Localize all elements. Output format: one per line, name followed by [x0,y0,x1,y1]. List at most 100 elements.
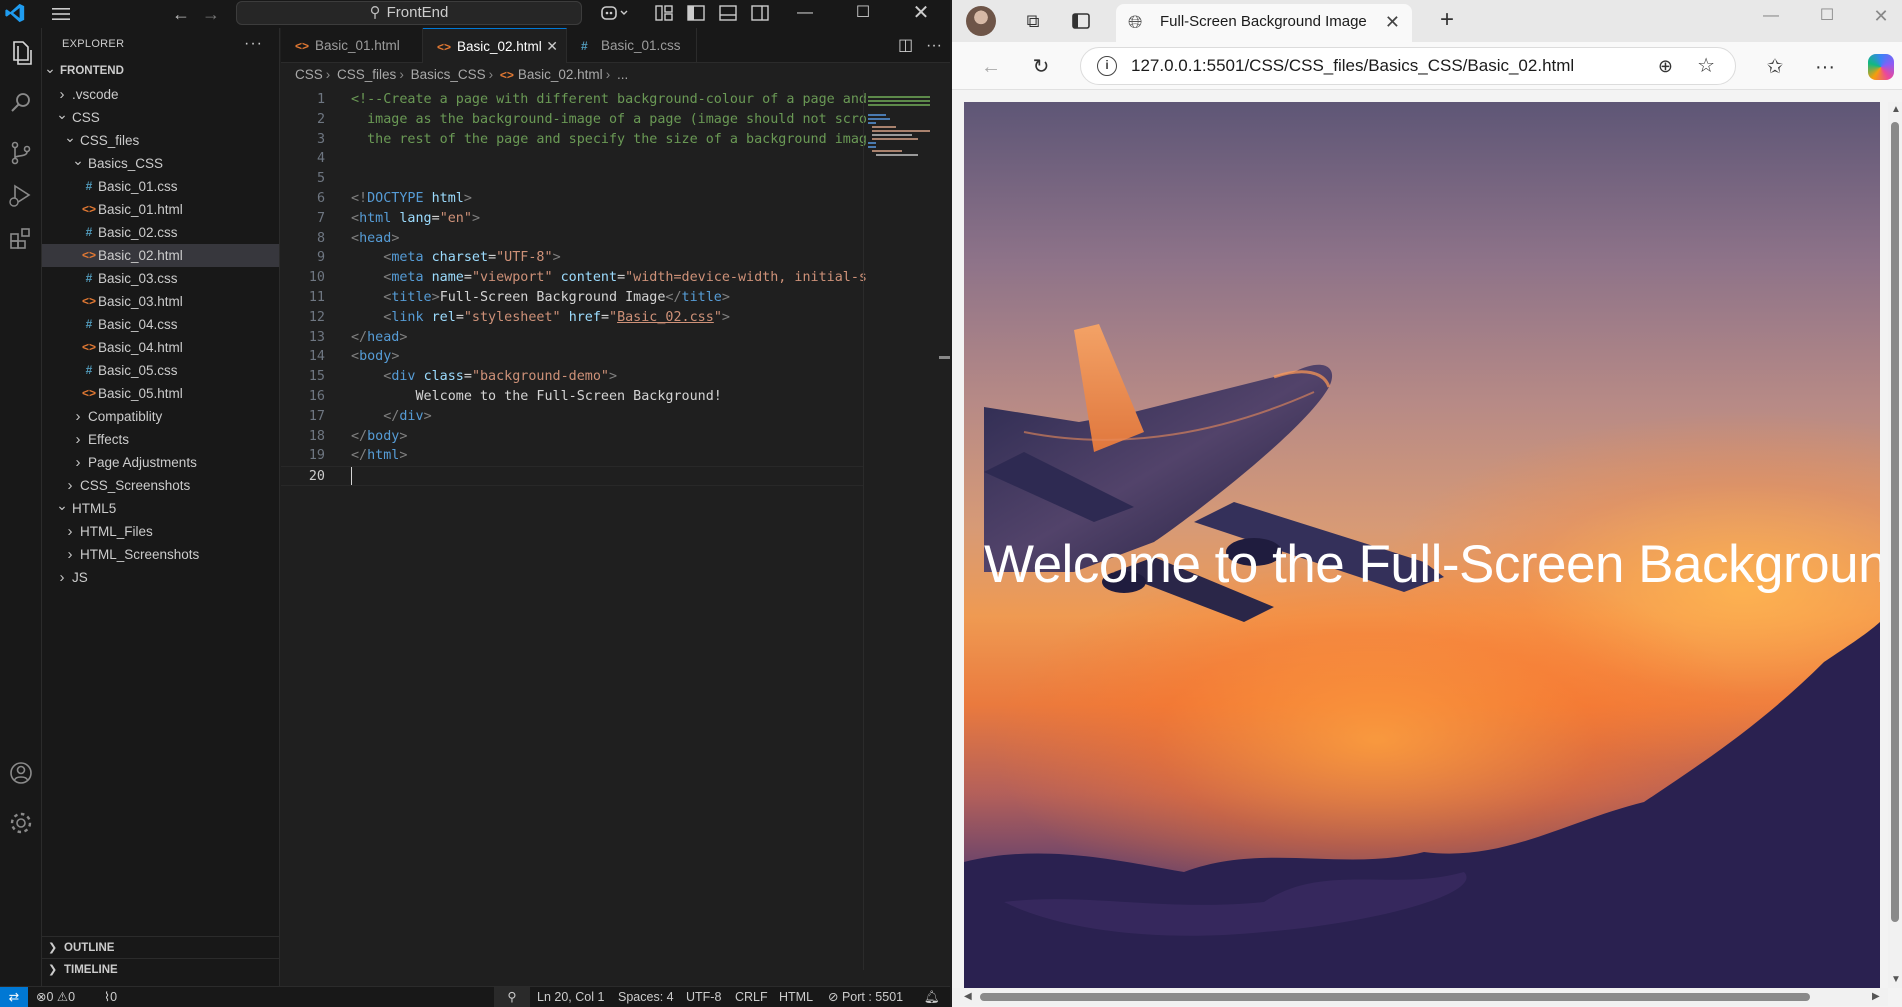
breadcrumb-item[interactable]: CSS [295,67,323,82]
timeline-section[interactable]: ❯ TIMELINE [42,958,280,980]
tree-item[interactable]: <> Basic_05.html [42,382,279,405]
gear-icon[interactable] [4,806,38,840]
breadcrumb-item[interactable]: ... [617,67,628,82]
maximize-icon[interactable]: ☐ [840,0,886,28]
refresh-icon[interactable]: ↻ [1026,52,1056,82]
tree-item[interactable]: <> Basic_01.html [42,198,279,221]
tree-item[interactable]: # Basic_04.css [42,313,279,336]
avatar[interactable] [966,6,996,36]
back-icon[interactable]: ← [976,52,1006,82]
site-info-icon[interactable]: i [1097,56,1117,76]
maximize-icon[interactable]: ☐ [1804,2,1850,30]
copilot-icon[interactable] [1868,54,1894,80]
copilot-icon[interactable] [600,3,630,23]
tab-basic-02-html[interactable]: <> Basic_02.html ✕ [423,28,567,63]
search-icon[interactable] [4,86,38,120]
vertical-scrollbar[interactable]: ▲ ▼ [1888,102,1902,988]
vscode-logo-icon[interactable] [4,2,26,24]
more-options-icon[interactable]: ··· [1810,52,1840,82]
tree-item[interactable]: <> Basic_02.html [42,244,279,267]
toggle-sidebar-icon[interactable] [686,3,706,23]
tree-item[interactable]: # Basic_02.css [42,221,279,244]
source-control-icon[interactable] [4,136,38,170]
scroll-left-icon[interactable]: ◀ [964,991,972,1002]
toggle-secondary-sidebar-icon[interactable] [750,3,770,23]
minimap[interactable] [863,90,950,970]
tree-item[interactable]: # Basic_01.css [42,175,279,198]
explorer-icon[interactable] [4,36,38,70]
toggle-panel-icon[interactable] [718,3,738,23]
tab-basic-01-css[interactable]: # Basic_01.css [567,28,697,63]
new-tab-button[interactable]: + [1432,6,1462,36]
close-tab-icon[interactable]: ✕ [1385,4,1400,40]
tree-item[interactable]: ⌄ FRONTEND [42,60,279,83]
close-tab-icon[interactable]: ✕ [546,29,558,64]
browser-tab[interactable]: 🌐︎ Full-Screen Background Image ✕ [1116,4,1412,42]
accounts-icon[interactable] [4,756,38,790]
tree-item[interactable]: › HTML_Screenshots [42,543,279,566]
minimize-icon[interactable]: — [1748,2,1794,30]
tree-item-label: Basic_04.css [98,317,178,332]
tree-item[interactable]: # Basic_05.css [42,359,279,382]
tree-item[interactable]: ⌄ HTML5 [42,497,279,520]
cursor-position[interactable]: Ln 20, Col 1 [537,987,604,1007]
chevron-right-icon: › [59,86,65,103]
command-center-search[interactable]: ⚲ FrontEnd [236,1,582,25]
remote-icon[interactable]: ⇄ [0,987,28,1007]
forward-icon[interactable]: → [200,3,222,25]
tree-item[interactable]: › HTML_Files [42,520,279,543]
scroll-down-icon[interactable]: ▼ [1891,974,1901,985]
workspaces-icon[interactable]: ⧉ [1020,8,1046,34]
split-editor-icon[interactable]: ◫ [898,28,913,63]
zoom-icon[interactable]: ⊕ [1658,48,1673,84]
scroll-up-icon[interactable]: ▲ [1891,104,1901,115]
scroll-right-icon[interactable]: ▶ [1872,991,1880,1002]
code-editor[interactable]: 1 <!--Create a page with different backgr… [281,90,867,970]
outline-section[interactable]: ❯ OUTLINE [42,936,280,958]
tree-item[interactable]: <> Basic_04.html [42,336,279,359]
scrollbar-thumb[interactable] [1891,122,1899,922]
tree-item[interactable]: › Effects [42,428,279,451]
language-mode[interactable]: HTML [779,987,813,1007]
encoding[interactable]: UTF-8 [686,987,721,1007]
tree-item[interactable]: ⌄ CSS [42,106,279,129]
breadcrumb-item[interactable]: CSS_files [337,67,396,82]
tree-item[interactable]: › CSS_Screenshots [42,474,279,497]
run-debug-icon[interactable] [4,178,38,212]
more-actions-icon[interactable]: ··· [926,28,942,63]
customize-layout-icon[interactable] [654,3,674,23]
tree-item[interactable]: › Compatiblity [42,405,279,428]
close-icon[interactable]: ✕ [898,0,944,28]
tree-item[interactable]: # Basic_03.css [42,267,279,290]
zoom-icon[interactable]: ⚲ [494,987,530,1007]
tab-basic-01-html[interactable]: <> Basic_01.html [281,28,423,63]
problems-indicator[interactable]: ⊗0 ⚠0 [36,987,75,1007]
minimize-icon[interactable]: — [782,0,828,28]
tree-item[interactable]: › JS [42,566,279,589]
breadcrumb-item[interactable]: Basics_CSS [411,67,486,82]
breadcrumb-item[interactable]: Basic_02.html [518,67,603,82]
notifications-icon[interactable]: 🔔︎ [924,987,940,1007]
favorites-icon[interactable]: ✩ [1760,52,1790,82]
scrollbar-thumb[interactable] [980,993,1810,1001]
address-bar[interactable]: i 127.0.0.1:5501/CSS/CSS_files/Basics_CS… [1080,47,1736,85]
live-server-port[interactable]: ⊘ Port : 5501 [828,987,903,1007]
tree-item[interactable]: › Page Adjustments [42,451,279,474]
tree-item[interactable]: › .vscode [42,83,279,106]
tree-item[interactable]: <> Basic_03.html [42,290,279,313]
vertical-tabs-icon[interactable] [1068,8,1094,34]
tree-item[interactable]: ⌄ CSS_files [42,129,279,152]
tree-item[interactable]: ⌄ Basics_CSS [42,152,279,175]
indentation[interactable]: Spaces: 4 [618,987,674,1007]
code-text: </body> [351,428,408,444]
horizontal-scrollbar[interactable]: ◀ ▶ [952,988,1888,1006]
favorite-icon[interactable]: ☆ [1697,48,1715,84]
end-of-line[interactable]: CRLF [735,987,768,1007]
back-icon[interactable]: ← [170,3,192,25]
ports-indicator[interactable]: ⌇0 [104,987,117,1007]
close-icon[interactable]: ✕ [1858,2,1902,30]
more-actions-icon[interactable]: ··· [244,28,263,60]
extensions-icon[interactable] [4,222,38,256]
css-file-icon: # [85,225,93,239]
menu-icon[interactable] [50,4,72,24]
